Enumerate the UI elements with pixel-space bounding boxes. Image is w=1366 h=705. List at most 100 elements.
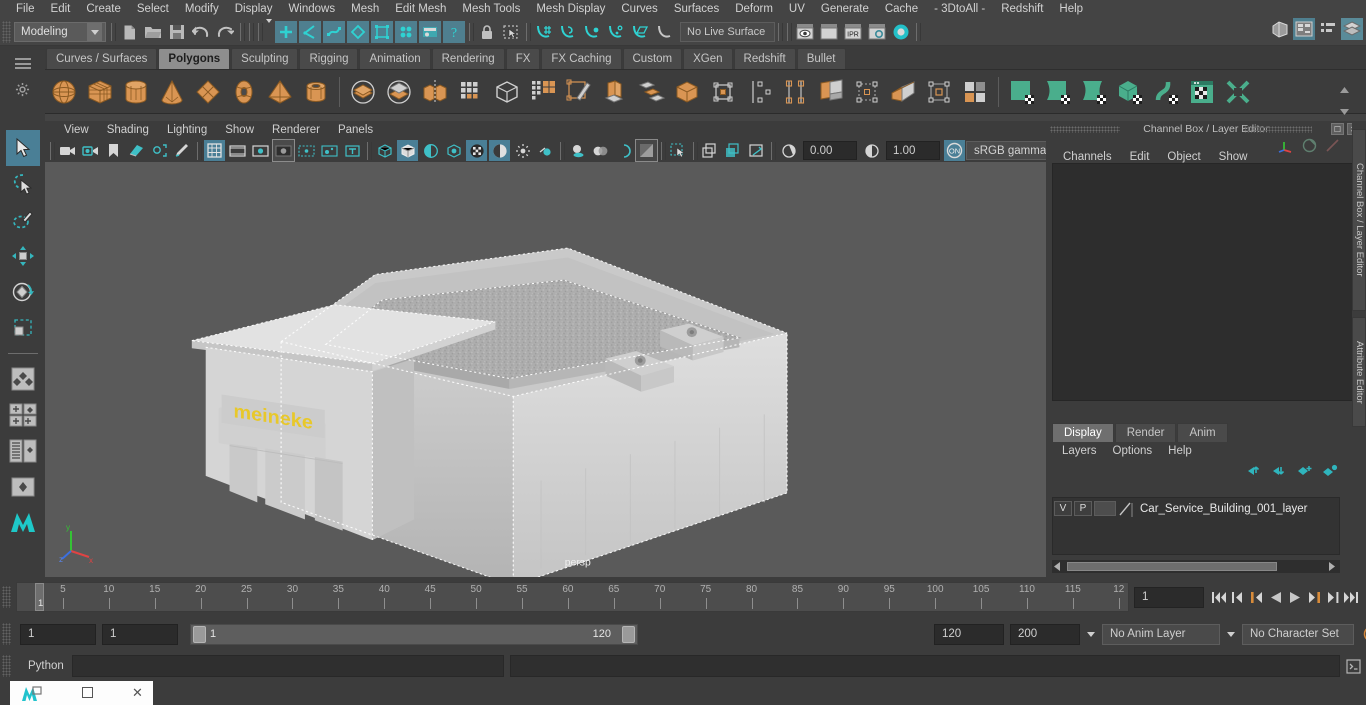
use-default-lighting-icon[interactable] bbox=[512, 140, 533, 161]
poly-connect-icon[interactable] bbox=[705, 74, 741, 110]
uv-automatic-icon[interactable] bbox=[1112, 74, 1148, 110]
move-layer-up-icon[interactable] bbox=[1247, 464, 1263, 477]
ambient-occlusion-icon[interactable] bbox=[590, 140, 611, 161]
show-hide-tool-settings-icon[interactable] bbox=[1317, 18, 1339, 40]
viewport-menu-show[interactable]: Show bbox=[216, 121, 263, 139]
range-slider-grip[interactable] bbox=[2, 623, 11, 645]
channel-box-menu-object[interactable]: Object bbox=[1158, 151, 1209, 163]
image-plane-icon[interactable] bbox=[126, 140, 147, 161]
snap-grid-icon[interactable] bbox=[533, 21, 555, 43]
layer-menu-options[interactable]: Options bbox=[1105, 445, 1161, 457]
shelf-tab-fx-caching[interactable]: FX Caching bbox=[541, 48, 622, 69]
tab-display[interactable]: Display bbox=[1052, 423, 1114, 442]
layer-list-scrollbar[interactable] bbox=[1052, 560, 1340, 573]
menu-cache[interactable]: Cache bbox=[877, 0, 926, 19]
uv-planar-icon[interactable] bbox=[1004, 74, 1040, 110]
snap-view-plane-icon[interactable] bbox=[629, 21, 651, 43]
play-forwards-icon[interactable] bbox=[1286, 587, 1303, 607]
toolbar-separator[interactable] bbox=[467, 22, 474, 42]
redo-icon[interactable] bbox=[214, 21, 236, 43]
toolbar-separator[interactable] bbox=[256, 22, 263, 42]
poly-plane-icon[interactable] bbox=[190, 74, 226, 110]
shelf-tab-custom[interactable]: Custom bbox=[622, 48, 683, 69]
marquee-select-icon[interactable] bbox=[500, 21, 522, 43]
shelf-tab-fx[interactable]: FX bbox=[505, 48, 541, 69]
status-line-grip[interactable] bbox=[2, 21, 11, 43]
menu-create[interactable]: Create bbox=[78, 0, 129, 19]
poly-cylinder-icon[interactable] bbox=[118, 74, 154, 110]
render-current-frame-icon[interactable] bbox=[794, 21, 816, 43]
poly-pyramid-icon[interactable] bbox=[262, 74, 298, 110]
ipr-render-icon[interactable]: IPR bbox=[842, 21, 864, 43]
toolbar-separator[interactable] bbox=[48, 141, 55, 161]
menu-select[interactable]: Select bbox=[129, 0, 177, 19]
channel-box-content[interactable] bbox=[1052, 163, 1354, 401]
select-edge-icon[interactable] bbox=[371, 21, 393, 43]
layer-menu-layers[interactable]: Layers bbox=[1054, 445, 1105, 457]
camera-attributes-icon[interactable] bbox=[80, 140, 101, 161]
new-scene-icon[interactable] bbox=[118, 21, 140, 43]
step-back-frame-icon[interactable] bbox=[1248, 587, 1265, 607]
live-surface-field[interactable]: No Live Surface bbox=[680, 22, 775, 42]
scroll-left-icon[interactable] bbox=[1052, 561, 1063, 572]
menu-deform[interactable]: Deform bbox=[727, 0, 781, 19]
maya-app-icon[interactable] bbox=[20, 685, 42, 701]
save-scene-icon[interactable] bbox=[166, 21, 188, 43]
bookmark-icon[interactable] bbox=[103, 140, 124, 161]
wireframe-icon[interactable] bbox=[374, 140, 395, 161]
toolbar-separator[interactable] bbox=[914, 22, 921, 42]
current-frame-field[interactable]: 1 bbox=[1134, 586, 1204, 608]
flat-shade-icon[interactable] bbox=[443, 140, 464, 161]
layer-list[interactable]: V P Car_Service_Building_001_layer bbox=[1052, 497, 1340, 555]
select-face-icon[interactable] bbox=[395, 21, 417, 43]
menu-modify[interactable]: Modify bbox=[177, 0, 227, 19]
menu-surfaces[interactable]: Surfaces bbox=[666, 0, 727, 19]
grid-toggle-icon[interactable] bbox=[204, 140, 225, 161]
xray-icon[interactable] bbox=[700, 140, 721, 161]
shelf-tab-redshift[interactable]: Redshift bbox=[733, 48, 796, 69]
render-settings-icon[interactable] bbox=[866, 21, 888, 43]
toolbar-separator[interactable] bbox=[785, 22, 792, 42]
scrollbar-thumb[interactable] bbox=[1067, 562, 1277, 571]
menu-redshift[interactable]: Redshift bbox=[993, 0, 1051, 19]
shelf-tab-bullet[interactable]: Bullet bbox=[796, 48, 846, 69]
move-layer-down-icon[interactable] bbox=[1272, 464, 1288, 477]
channel-box-menu-show[interactable]: Show bbox=[1210, 151, 1257, 163]
range-start-handle[interactable] bbox=[193, 625, 206, 643]
gamma-adjust-icon[interactable] bbox=[861, 140, 882, 161]
shelf-tab-animation[interactable]: Animation bbox=[359, 48, 431, 69]
poly-reduce-icon[interactable] bbox=[849, 74, 885, 110]
poly-chamfer-icon[interactable] bbox=[741, 74, 777, 110]
show-hide-modeling-toolkit-icon[interactable] bbox=[1269, 18, 1291, 40]
menu-mesh[interactable]: Mesh bbox=[343, 0, 387, 19]
chevron-down-icon[interactable] bbox=[266, 19, 272, 41]
shelf-tab-rendering[interactable]: Rendering bbox=[431, 48, 505, 69]
character-set-field[interactable]: No Character Set bbox=[1242, 623, 1354, 645]
viewport-menu-lighting[interactable]: Lighting bbox=[158, 121, 216, 139]
tab-anim[interactable]: Anim bbox=[1177, 423, 1228, 442]
smooth-shade-icon[interactable] bbox=[397, 140, 418, 161]
viewport-menu-panels[interactable]: Panels bbox=[329, 121, 382, 139]
uv-unfold-icon[interactable] bbox=[1148, 74, 1184, 110]
hypershade-icon[interactable] bbox=[890, 21, 912, 43]
layer-shading-toggle[interactable] bbox=[1094, 501, 1116, 516]
step-back-keyframe-icon[interactable] bbox=[1229, 587, 1246, 607]
shelf-tab-polygons[interactable]: Polygons bbox=[158, 48, 231, 69]
layer-menu-help[interactable]: Help bbox=[1160, 445, 1200, 457]
toolbar-separator[interactable] bbox=[238, 22, 245, 42]
uv-spherical-icon[interactable] bbox=[1076, 74, 1112, 110]
isolate-select-icon[interactable] bbox=[668, 140, 689, 161]
select-by-object-icon[interactable] bbox=[299, 21, 321, 43]
shelf-tab-rigging[interactable]: Rigging bbox=[299, 48, 359, 69]
poly-fill-hole-icon[interactable] bbox=[813, 74, 849, 110]
panel-grip-right[interactable] bbox=[1244, 126, 1312, 133]
layer-playback-toggle[interactable]: P bbox=[1074, 501, 1092, 516]
snap-curve-icon[interactable] bbox=[557, 21, 579, 43]
step-forward-keyframe-icon[interactable] bbox=[1324, 587, 1341, 607]
motion-blur-icon[interactable] bbox=[613, 140, 634, 161]
move-tool[interactable] bbox=[6, 238, 40, 274]
poly-quad-draw-icon[interactable] bbox=[885, 74, 921, 110]
shadows-icon[interactable] bbox=[567, 140, 588, 161]
film-gate-icon[interactable] bbox=[227, 140, 248, 161]
uv-cut-icon[interactable] bbox=[1220, 74, 1256, 110]
